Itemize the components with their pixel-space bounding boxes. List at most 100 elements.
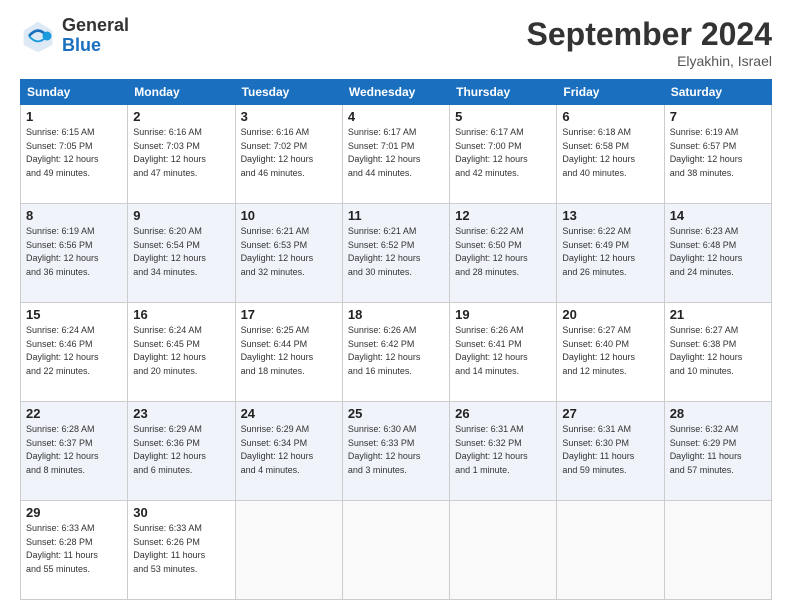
day-number: 9 <box>133 208 229 223</box>
header-row: Sunday Monday Tuesday Wednesday Thursday… <box>21 80 772 105</box>
day-info: Sunrise: 6:33 AM Sunset: 6:26 PM Dayligh… <box>133 522 229 576</box>
day-number: 22 <box>26 406 122 421</box>
table-row: 22 Sunrise: 6:28 AM Sunset: 6:37 PM Dayli… <box>21 402 128 501</box>
table-row: 6 Sunrise: 6:18 AM Sunset: 6:58 PM Daylig… <box>557 105 664 204</box>
day-number: 30 <box>133 505 229 520</box>
day-info: Sunrise: 6:27 AM Sunset: 6:38 PM Dayligh… <box>670 324 766 378</box>
col-thursday: Thursday <box>450 80 557 105</box>
day-info: Sunrise: 6:26 AM Sunset: 6:41 PM Dayligh… <box>455 324 551 378</box>
day-number: 10 <box>241 208 337 223</box>
day-number: 14 <box>670 208 766 223</box>
day-number: 26 <box>455 406 551 421</box>
month-title: September 2024 <box>527 16 772 53</box>
table-row: 4Sunrise: 6:17 AM Sunset: 7:01 PM Daylig… <box>342 105 449 204</box>
table-row <box>450 501 557 600</box>
day-number: 15 <box>26 307 122 322</box>
day-info: Sunrise: 6:31 AM Sunset: 6:32 PM Dayligh… <box>455 423 551 477</box>
day-info: Sunrise: 6:24 AM Sunset: 6:45 PM Dayligh… <box>133 324 229 378</box>
table-row: 10 Sunrise: 6:21 AM Sunset: 6:53 PM Dayli… <box>235 204 342 303</box>
col-wednesday: Wednesday <box>342 80 449 105</box>
day-number: 12 <box>455 208 551 223</box>
day-number: 3 <box>241 109 337 124</box>
day-info: Sunrise: 6:23 AM Sunset: 6:48 PM Dayligh… <box>670 225 766 279</box>
day-info: Sunrise: 6:18 AM Sunset: 6:58 PM Dayligh… <box>562 126 658 180</box>
day-info: Sunrise: 6:33 AM Sunset: 6:28 PM Dayligh… <box>26 522 122 576</box>
table-row: 7Sunrise: 6:19 AM Sunset: 6:57 PM Daylig… <box>664 105 771 204</box>
day-info: Sunrise: 6:22 AM Sunset: 6:49 PM Dayligh… <box>562 225 658 279</box>
table-row: 27Sunrise: 6:31 AM Sunset: 6:30 PM Dayli… <box>557 402 664 501</box>
header: General Blue September 2024 Elyakhin, Is… <box>20 16 772 69</box>
logo-icon <box>20 18 56 54</box>
day-number: 13 <box>562 208 658 223</box>
day-number: 21 <box>670 307 766 322</box>
table-row: 29 Sunrise: 6:33 AM Sunset: 6:28 PM Dayli… <box>21 501 128 600</box>
day-number: 17 <box>241 307 337 322</box>
day-info: Sunrise: 6:19 AM Sunset: 6:56 PM Dayligh… <box>26 225 122 279</box>
day-info: Sunrise: 6:17 AM Sunset: 7:01 PM Dayligh… <box>348 126 444 180</box>
day-info: Sunrise: 6:17 AM Sunset: 7:00 PM Dayligh… <box>455 126 551 180</box>
table-row: 16 Sunrise: 6:24 AM Sunset: 6:45 PM Dayli… <box>128 303 235 402</box>
col-tuesday: Tuesday <box>235 80 342 105</box>
calendar-week-row: 8Sunrise: 6:19 AM Sunset: 6:56 PM Daylig… <box>21 204 772 303</box>
day-number: 16 <box>133 307 229 322</box>
table-row: 3 Sunrise: 6:16 AM Sunset: 7:02 PM Daylig… <box>235 105 342 204</box>
day-info: Sunrise: 6:30 AM Sunset: 6:33 PM Dayligh… <box>348 423 444 477</box>
table-row <box>557 501 664 600</box>
day-info: Sunrise: 6:24 AM Sunset: 6:46 PM Dayligh… <box>26 324 122 378</box>
day-number: 2 <box>133 109 229 124</box>
table-row: 12Sunrise: 6:22 AM Sunset: 6:50 PM Dayli… <box>450 204 557 303</box>
calendar-week-row: 1 Sunrise: 6:15 AM Sunset: 7:05 PM Daylig… <box>21 105 772 204</box>
location: Elyakhin, Israel <box>527 53 772 69</box>
day-number: 20 <box>562 307 658 322</box>
day-number: 23 <box>133 406 229 421</box>
col-saturday: Saturday <box>664 80 771 105</box>
day-number: 18 <box>348 307 444 322</box>
table-row: 26 Sunrise: 6:31 AM Sunset: 6:32 PM Dayli… <box>450 402 557 501</box>
day-number: 11 <box>348 208 444 223</box>
day-info: Sunrise: 6:20 AM Sunset: 6:54 PM Dayligh… <box>133 225 229 279</box>
table-row <box>235 501 342 600</box>
day-info: Sunrise: 6:16 AM Sunset: 7:03 PM Dayligh… <box>133 126 229 180</box>
table-row: 28Sunrise: 6:32 AM Sunset: 6:29 PM Dayli… <box>664 402 771 501</box>
day-info: Sunrise: 6:27 AM Sunset: 6:40 PM Dayligh… <box>562 324 658 378</box>
day-number: 27 <box>562 406 658 421</box>
table-row: 13 Sunrise: 6:22 AM Sunset: 6:49 PM Dayli… <box>557 204 664 303</box>
table-row: 24 Sunrise: 6:29 AM Sunset: 6:34 PM Dayli… <box>235 402 342 501</box>
title-block: September 2024 Elyakhin, Israel <box>527 16 772 69</box>
table-row: 14 Sunrise: 6:23 AM Sunset: 6:48 PM Dayli… <box>664 204 771 303</box>
day-info: Sunrise: 6:29 AM Sunset: 6:34 PM Dayligh… <box>241 423 337 477</box>
table-row <box>664 501 771 600</box>
logo-blue-text: Blue <box>62 36 129 56</box>
table-row: 8Sunrise: 6:19 AM Sunset: 6:56 PM Daylig… <box>21 204 128 303</box>
col-friday: Friday <box>557 80 664 105</box>
table-row: 25 Sunrise: 6:30 AM Sunset: 6:33 PM Dayli… <box>342 402 449 501</box>
col-monday: Monday <box>128 80 235 105</box>
day-info: Sunrise: 6:32 AM Sunset: 6:29 PM Dayligh… <box>670 423 766 477</box>
col-sunday: Sunday <box>21 80 128 105</box>
day-info: Sunrise: 6:16 AM Sunset: 7:02 PM Dayligh… <box>241 126 337 180</box>
calendar-week-row: 22 Sunrise: 6:28 AM Sunset: 6:37 PM Dayli… <box>21 402 772 501</box>
table-row: 19Sunrise: 6:26 AM Sunset: 6:41 PM Dayli… <box>450 303 557 402</box>
table-row: 11Sunrise: 6:21 AM Sunset: 6:52 PM Dayli… <box>342 204 449 303</box>
day-info: Sunrise: 6:21 AM Sunset: 6:53 PM Dayligh… <box>241 225 337 279</box>
day-info: Sunrise: 6:25 AM Sunset: 6:44 PM Dayligh… <box>241 324 337 378</box>
table-row: 5Sunrise: 6:17 AM Sunset: 7:00 PM Daylig… <box>450 105 557 204</box>
day-number: 25 <box>348 406 444 421</box>
page: General Blue September 2024 Elyakhin, Is… <box>0 0 792 612</box>
day-number: 29 <box>26 505 122 520</box>
table-row <box>342 501 449 600</box>
table-row: 15 Sunrise: 6:24 AM Sunset: 6:46 PM Dayli… <box>21 303 128 402</box>
day-number: 24 <box>241 406 337 421</box>
table-row: 21 Sunrise: 6:27 AM Sunset: 6:38 PM Dayli… <box>664 303 771 402</box>
day-number: 1 <box>26 109 122 124</box>
calendar-week-row: 29 Sunrise: 6:33 AM Sunset: 6:28 PM Dayli… <box>21 501 772 600</box>
calendar-table: Sunday Monday Tuesday Wednesday Thursday… <box>20 79 772 600</box>
day-number: 6 <box>562 109 658 124</box>
day-info: Sunrise: 6:28 AM Sunset: 6:37 PM Dayligh… <box>26 423 122 477</box>
table-row: 23Sunrise: 6:29 AM Sunset: 6:36 PM Dayli… <box>128 402 235 501</box>
table-row: 30 Sunrise: 6:33 AM Sunset: 6:26 PM Dayli… <box>128 501 235 600</box>
logo: General Blue <box>20 16 129 56</box>
table-row: 9 Sunrise: 6:20 AM Sunset: 6:54 PM Daylig… <box>128 204 235 303</box>
day-info: Sunrise: 6:15 AM Sunset: 7:05 PM Dayligh… <box>26 126 122 180</box>
calendar-week-row: 15 Sunrise: 6:24 AM Sunset: 6:46 PM Dayli… <box>21 303 772 402</box>
